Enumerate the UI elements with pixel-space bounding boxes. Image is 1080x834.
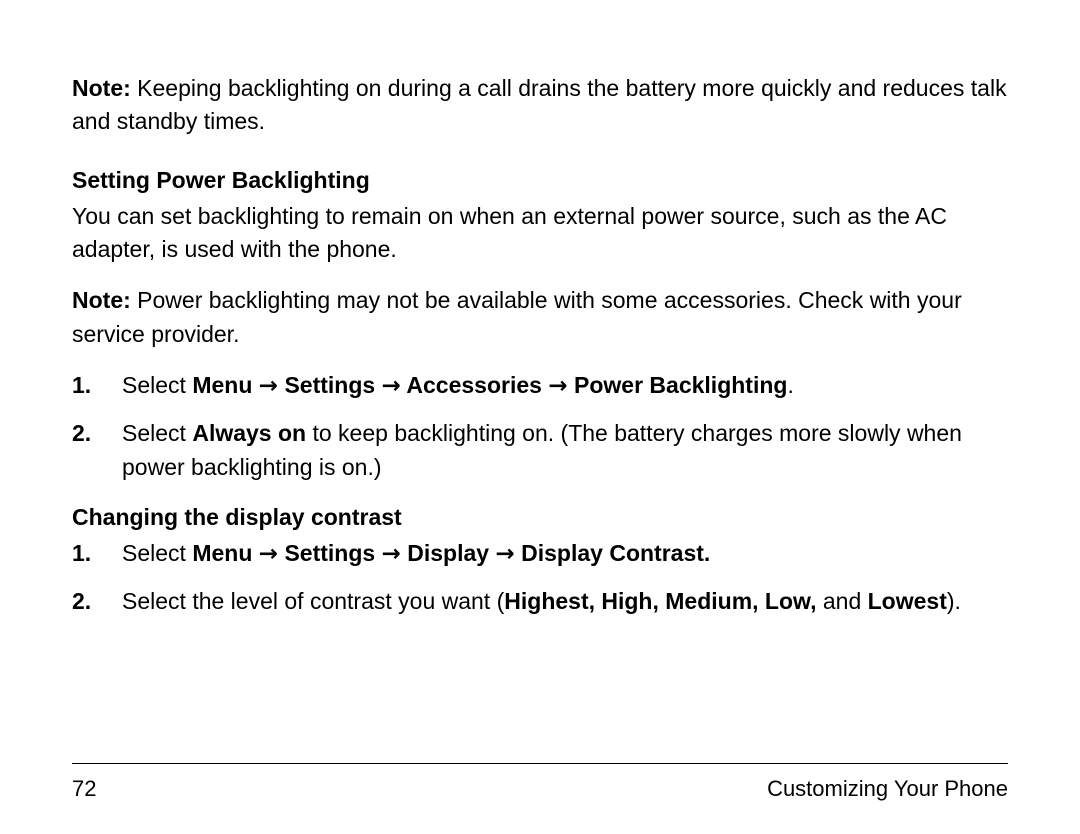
footer-title: Customizing Your Phone <box>767 776 1008 802</box>
menu-path: Menu → Settings → Display → Display Cont… <box>192 540 710 566</box>
menu-path: Menu → Settings → Accessories → Power Ba… <box>192 372 787 398</box>
step-bold: Always on <box>192 420 306 446</box>
list-item: 2. Select the level of contrast you want… <box>72 585 1008 618</box>
step-pre: Select the level of contrast you want ( <box>122 588 504 614</box>
section-heading-backlighting: Setting Power Backlighting <box>72 167 1008 194</box>
step-post: . <box>787 372 793 398</box>
section-heading-contrast: Changing the display contrast <box>72 504 1008 531</box>
step-number: 2. <box>72 585 91 618</box>
step-number: 2. <box>72 417 91 450</box>
page-number: 72 <box>72 776 96 802</box>
step-pre: Select <box>122 372 192 398</box>
section1-steps: 1. Select Menu → Settings → Accessories … <box>72 369 1008 484</box>
step-number: 1. <box>72 369 91 402</box>
note-paragraph-2: Note: Power backlighting may not be avai… <box>72 284 1008 351</box>
section2-steps: 1. Select Menu → Settings → Display → Di… <box>72 537 1008 619</box>
note-label: Note: <box>72 75 131 101</box>
step-pre: Select <box>122 420 192 446</box>
list-item: 1. Select Menu → Settings → Display → Di… <box>72 537 1008 571</box>
list-item: 2. Select Always on to keep backlighting… <box>72 417 1008 484</box>
section1-intro: You can set backlighting to remain on wh… <box>72 200 1008 267</box>
note-paragraph-1: Note: Keeping backlighting on during a c… <box>72 72 1008 139</box>
note-label: Note: <box>72 287 131 313</box>
step-pre: Select <box>122 540 192 566</box>
step-post: ). <box>947 588 961 614</box>
step-bold: Lowest <box>868 588 947 614</box>
list-item: 1. Select Menu → Settings → Accessories … <box>72 369 1008 403</box>
step-bold: Highest, High, Medium, Low, <box>504 588 816 614</box>
step-number: 1. <box>72 537 91 570</box>
note-text: Keeping backlighting on during a call dr… <box>72 75 1007 134</box>
note-text: Power backlighting may not be available … <box>72 287 962 346</box>
page-footer: 72 Customizing Your Phone <box>72 776 1008 802</box>
document-page: Note: Keeping backlighting on during a c… <box>0 0 1080 834</box>
step-mid: and <box>816 588 867 614</box>
footer-rule <box>72 763 1008 764</box>
